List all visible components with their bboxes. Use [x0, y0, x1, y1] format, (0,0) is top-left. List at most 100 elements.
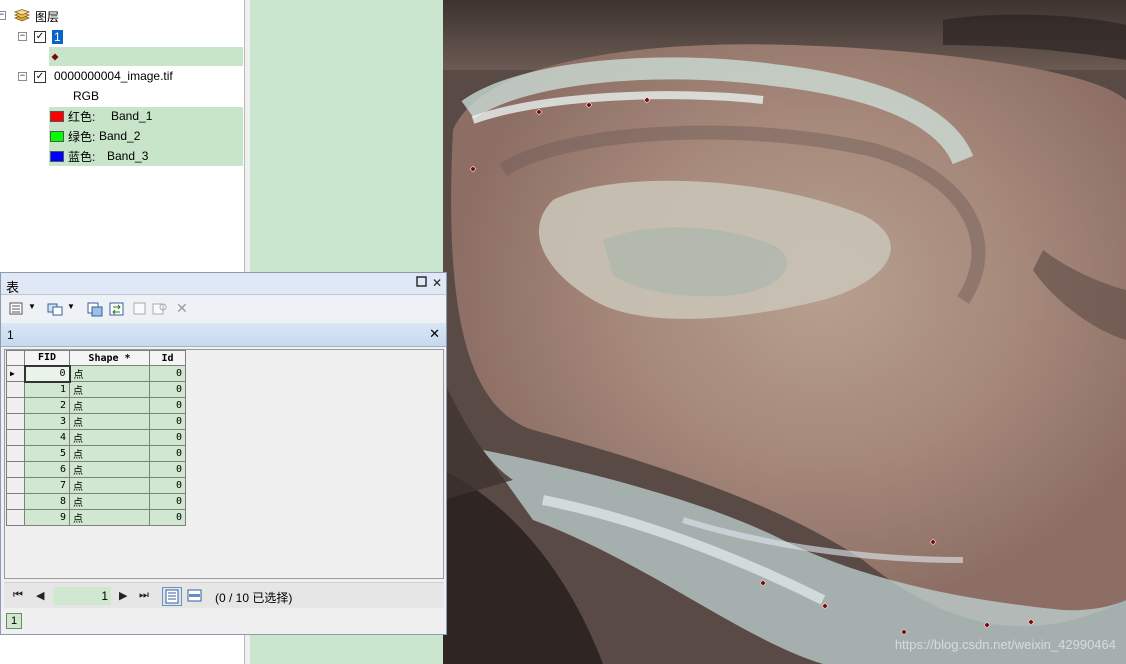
cell-id[interactable]: 0: [149, 445, 186, 462]
cell-id[interactable]: 0: [149, 429, 186, 446]
table-tab-name[interactable]: 1: [7, 328, 14, 342]
maximize-icon[interactable]: [414, 276, 428, 290]
cell-shape[interactable]: 点: [69, 477, 150, 494]
cell-id[interactable]: 0: [149, 365, 186, 382]
related-tables-icon[interactable]: [47, 301, 63, 317]
row-selector[interactable]: [6, 461, 25, 478]
close-tab-icon[interactable]: ✕: [429, 326, 440, 342]
cell-id[interactable]: 0: [149, 381, 186, 398]
row-selector[interactable]: [6, 381, 25, 398]
switch-selection-icon[interactable]: [109, 301, 125, 317]
table-row[interactable]: 9点0: [6, 509, 186, 526]
green-band-swatch[interactable]: [50, 131, 64, 142]
cell-fid[interactable]: 0: [23, 364, 71, 383]
table-row[interactable]: 7点0: [6, 477, 186, 494]
layer2-visibility-checkbox[interactable]: ✓: [34, 71, 46, 83]
cell-fid[interactable]: 4: [24, 429, 70, 446]
satellite-image: [443, 0, 1126, 664]
row-selector[interactable]: [6, 493, 25, 510]
collapse-root-icon[interactable]: −: [0, 11, 6, 20]
table-row[interactable]: 8点0: [6, 493, 186, 510]
cell-fid[interactable]: 7: [24, 477, 70, 494]
blue-band-label: 蓝色:: [68, 149, 96, 164]
layer1-symbol-row[interactable]: [49, 47, 243, 66]
table-window-titlebar[interactable]: 表 ✕: [1, 273, 446, 295]
cell-shape[interactable]: 点: [69, 509, 150, 526]
row-selector[interactable]: ▶: [6, 365, 25, 382]
attribute-table-window[interactable]: 表 ✕ ▼ ▼ ✕ 1 ✕ FID Shape * Id ▶ 0 点 0 1 点…: [0, 272, 447, 635]
cell-fid[interactable]: 2: [24, 397, 70, 414]
attribute-table[interactable]: FID Shape * Id ▶ 0 点 0 1 点 0 2 点 0 3 点 0 4 点 0 5 点 0 6 点 0 7 点 0…: [6, 350, 186, 526]
map-view[interactable]: https://blog.csdn.net/weixin_42990464: [443, 0, 1126, 664]
table-options-icon[interactable]: [9, 301, 25, 317]
collapse-layer2-icon[interactable]: −: [18, 72, 27, 81]
cell-fid[interactable]: 6: [24, 461, 70, 478]
table-row[interactable]: ▶ 0 点 0: [6, 364, 186, 383]
row-selector[interactable]: [6, 509, 25, 526]
green-band-label: 绿色:: [68, 129, 96, 144]
select-by-attributes-icon[interactable]: [87, 301, 103, 317]
green-band-name: Band_2: [99, 129, 141, 143]
table-toolbar: ▼ ▼ ✕: [1, 296, 446, 322]
row-selector[interactable]: [6, 445, 25, 462]
row-selector[interactable]: [6, 413, 25, 430]
cell-id[interactable]: 0: [149, 477, 186, 494]
cell-shape[interactable]: 点: [69, 445, 150, 462]
first-record-icon[interactable]: ⏮: [13, 589, 23, 602]
collapse-layer1-icon[interactable]: −: [18, 32, 27, 41]
cell-fid[interactable]: 9: [24, 509, 70, 526]
column-header-fid[interactable]: FID: [24, 350, 70, 366]
cell-id[interactable]: 0: [149, 397, 186, 414]
cell-shape[interactable]: 点: [69, 365, 150, 382]
table-row[interactable]: 1点0: [6, 381, 186, 398]
blue-band-swatch[interactable]: [50, 151, 64, 162]
cell-fid[interactable]: 1: [24, 381, 70, 398]
cell-shape[interactable]: 点: [69, 461, 150, 478]
cell-fid[interactable]: 3: [24, 413, 70, 430]
cell-id[interactable]: 0: [149, 509, 186, 526]
current-record-input[interactable]: 1: [53, 587, 111, 605]
dropdown-arrow-icon[interactable]: ▼: [67, 302, 75, 311]
layers-icon: [14, 9, 30, 22]
current-row-arrow-icon: ▶: [10, 369, 15, 378]
column-header-id[interactable]: Id: [149, 350, 186, 366]
row-selector[interactable]: [6, 477, 25, 494]
cell-shape[interactable]: 点: [69, 413, 150, 430]
previous-record-icon[interactable]: ◀: [36, 589, 44, 602]
cell-id[interactable]: 0: [149, 461, 186, 478]
table-row[interactable]: 3点0: [6, 413, 186, 430]
cell-fid[interactable]: 5: [24, 445, 70, 462]
point-symbol-icon[interactable]: [51, 53, 59, 61]
layer2-name[interactable]: 0000000004_image.tif: [54, 66, 173, 86]
row-selector[interactable]: [6, 397, 25, 414]
show-selected-records-icon[interactable]: [187, 588, 203, 604]
cell-fid[interactable]: 8: [24, 493, 70, 510]
table-row[interactable]: 2点0: [6, 397, 186, 414]
cell-shape[interactable]: 点: [69, 397, 150, 414]
cell-shape[interactable]: 点: [69, 381, 150, 398]
table-row[interactable]: 6点0: [6, 461, 186, 478]
table-row[interactable]: 5点0: [6, 445, 186, 462]
table-tab[interactable]: 1 ✕: [1, 323, 446, 347]
dropdown-arrow-icon[interactable]: ▼: [28, 302, 36, 311]
layer1-name[interactable]: 1: [52, 30, 63, 44]
row-selector-header[interactable]: [6, 350, 25, 366]
column-header-shape[interactable]: Shape *: [69, 350, 150, 366]
close-window-icon[interactable]: ✕: [430, 276, 444, 290]
row-selector[interactable]: [6, 429, 25, 446]
cell-shape[interactable]: 点: [69, 429, 150, 446]
cell-shape[interactable]: 点: [69, 493, 150, 510]
table-row[interactable]: 4点0: [6, 429, 186, 446]
table-bottom-tab[interactable]: 1: [6, 613, 22, 629]
layer1-visibility-checkbox[interactable]: ✓: [34, 31, 46, 43]
attribute-grid[interactable]: FID Shape * Id ▶ 0 点 0 1 点 0 2 点 0 3 点 0 4 点 0 5 点 0 6 点 0 7 点 0…: [4, 349, 444, 579]
cell-id[interactable]: 0: [149, 413, 186, 430]
cell-id[interactable]: 0: [149, 493, 186, 510]
next-record-icon[interactable]: ▶: [119, 589, 127, 602]
show-all-records-button[interactable]: [162, 587, 182, 606]
selection-status: (0 / 10 已选择): [215, 591, 293, 605]
red-band-swatch[interactable]: [50, 111, 64, 122]
zoom-to-selected-icon: [152, 303, 167, 315]
layer1-label[interactable]: 1: [52, 27, 63, 47]
last-record-icon[interactable]: ⏭: [139, 589, 149, 602]
